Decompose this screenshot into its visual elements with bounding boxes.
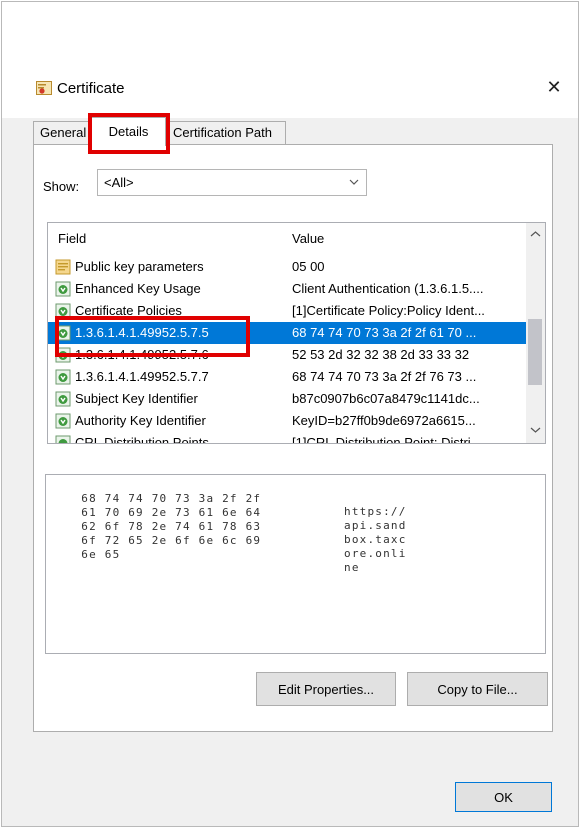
hex-ascii: ore.onli [344, 547, 407, 560]
field-name: Certificate Policies [75, 303, 182, 318]
document-icon [55, 259, 71, 275]
tab-certification-path[interactable]: Certification Path [164, 121, 286, 144]
list-item[interactable]: Certificate Policies [1]Certificate Poli… [48, 300, 526, 322]
extension-icon [55, 391, 71, 407]
hex-ascii: https:// [344, 505, 407, 518]
list-item-selected[interactable]: 1.3.6.1.4.1.49952.5.7.5 68 74 74 70 73 3… [48, 322, 526, 344]
field-name: 1.3.6.1.4.1.49952.5.7.6 [75, 347, 209, 362]
field-list[interactable]: Field Value Public key parameters 05 00 … [47, 222, 546, 444]
close-icon: ✕ [546, 76, 562, 97]
list-item[interactable]: 1.3.6.1.4.1.49952.5.7.6 52 53 2d 32 32 3… [48, 344, 526, 366]
close-button[interactable]: ✕ [536, 70, 572, 104]
list-item[interactable]: Subject Key Identifier b87c0907b6c07a847… [48, 388, 526, 410]
hex-ascii: api.sand [344, 519, 407, 532]
value-hex-viewer[interactable]: 68 74 74 70 73 3a 2f 2f https:// 61 70 6… [45, 474, 546, 654]
chevron-down-icon [349, 179, 359, 185]
field-name: CRL Distribution Points [75, 435, 209, 444]
field-name: 1.3.6.1.4.1.49952.5.7.5 [75, 325, 209, 340]
field-value: 68 74 74 70 73 3a 2f 2f 61 70 ... [292, 325, 477, 340]
extension-icon [55, 325, 71, 341]
show-label: Show: [43, 179, 80, 194]
ok-button[interactable]: OK [455, 782, 552, 812]
field-value: [1]Certificate Policy:Policy Ident... [292, 303, 485, 318]
copy-to-file-button[interactable]: Copy to File... [407, 672, 548, 706]
field-value: b87c0907b6c07a8479c1141dc... [292, 391, 480, 406]
extension-icon [55, 369, 71, 385]
tab-strip: General Details Certification Path [33, 117, 553, 146]
tab-general[interactable]: General [33, 121, 93, 144]
window-title: Certificate [57, 80, 125, 97]
extension-icon [55, 413, 71, 429]
extension-icon [55, 303, 71, 319]
hex-ascii: box.taxc [344, 533, 407, 546]
list-scrollbar[interactable] [526, 223, 545, 443]
edit-properties-button[interactable]: Edit Properties... [256, 672, 396, 706]
list-item[interactable]: CRL Distribution Points [1]CRL Distribut… [48, 432, 526, 444]
field-name: Enhanced Key Usage [75, 281, 201, 296]
title-bar: Certificate ✕ [2, 2, 578, 118]
field-name: 1.3.6.1.4.1.49952.5.7.7 [75, 369, 209, 384]
list-item[interactable]: Authority Key Identifier KeyID=b27ff0b9d… [48, 410, 526, 432]
certificate-icon [36, 81, 52, 95]
extension-icon [55, 347, 71, 363]
scroll-up-icon[interactable] [526, 229, 545, 239]
show-dropdown[interactable]: <All> [97, 169, 367, 196]
field-value: KeyID=b27ff0b9de6972a6615... [292, 413, 476, 428]
column-header-value[interactable]: Value [292, 231, 324, 246]
field-value: Client Authentication (1.3.6.1.5.... [292, 281, 484, 296]
extension-icon [55, 435, 71, 443]
show-dropdown-value: <All> [104, 175, 134, 190]
list-item[interactable]: 1.3.6.1.4.1.49952.5.7.7 68 74 74 70 73 3… [48, 366, 526, 388]
scroll-down-icon[interactable] [526, 425, 545, 435]
field-name: Public key parameters [75, 259, 204, 274]
scrollbar-thumb[interactable] [528, 319, 542, 385]
field-name: Authority Key Identifier [75, 413, 206, 428]
tab-details[interactable]: Details [91, 117, 166, 146]
field-value: 05 00 [292, 259, 325, 274]
list-item[interactable]: Public key parameters 05 00 [48, 256, 526, 278]
field-name: Subject Key Identifier [75, 391, 198, 406]
field-value: 68 74 74 70 73 3a 2f 2f 76 73 ... [292, 369, 477, 384]
field-value: 52 53 2d 32 32 38 2d 33 33 32 [292, 347, 470, 362]
extension-icon [55, 281, 71, 297]
hex-bytes: 6e 65 [81, 548, 121, 561]
hex-ascii: ne [344, 561, 360, 574]
hex-line: 6e 65 ne [50, 535, 358, 587]
column-header-field[interactable]: Field [58, 231, 86, 246]
list-item[interactable]: Enhanced Key Usage Client Authentication… [48, 278, 526, 300]
field-value: [1]CRL Distribution Point: Distri... [292, 435, 482, 444]
